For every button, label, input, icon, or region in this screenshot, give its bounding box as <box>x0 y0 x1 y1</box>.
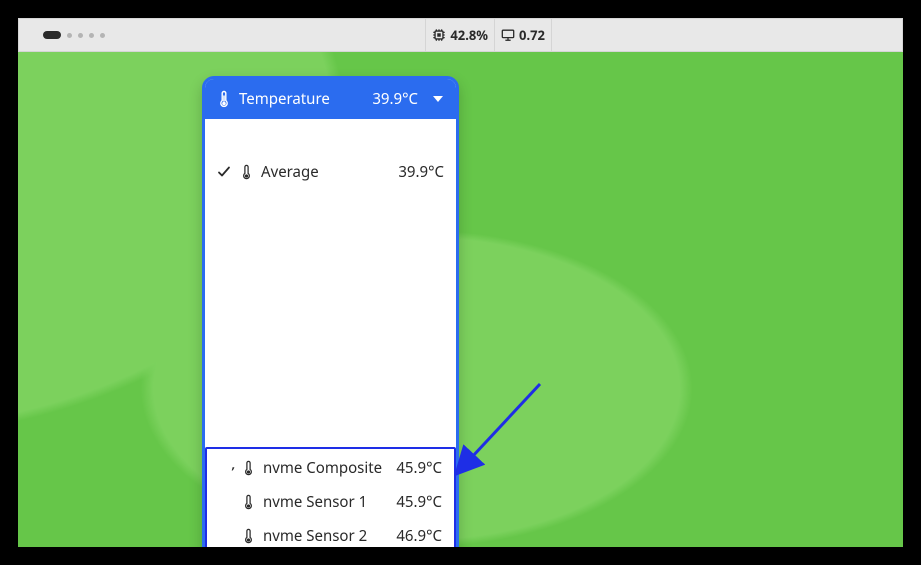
thermometer-icon <box>217 90 231 108</box>
workspace-active-dot <box>43 31 61 39</box>
sensor-row-nvme-sensor-1[interactable]: nvme Sensor 1 45.9°C <box>207 485 454 519</box>
workspace-dot <box>78 33 83 38</box>
thermometer-icon <box>241 460 255 476</box>
panel-title: Temperature <box>239 89 330 109</box>
annotation-arrow <box>442 378 562 498</box>
cpu-usage-value: 42.8% <box>450 26 488 44</box>
chevron-down-icon <box>432 89 444 109</box>
workspace-dot <box>100 33 105 38</box>
panel-header-value: 39.9°C <box>372 89 418 109</box>
desktop-background: Temperature 39.9°C <box>18 52 903 547</box>
sensor-value: 46.9°C <box>396 526 442 546</box>
top-bar: 42.8% 0.72 <box>18 18 903 52</box>
load-value: 0.72 <box>519 26 545 44</box>
workspace-dot <box>89 33 94 38</box>
sensor-row-nvme-sensor-2[interactable]: nvme Sensor 2 46.9°C <box>207 519 454 547</box>
sensor-label: nvme Sensor 1 <box>263 492 388 512</box>
workspace-indicator[interactable] <box>43 31 105 39</box>
sensor-row-nvme-composite[interactable]: nvme Composite 45.9°C <box>207 451 454 485</box>
monitor-icon <box>501 28 515 42</box>
load-indicator[interactable]: 0.72 <box>495 19 551 51</box>
sensor-value: 39.9°C <box>398 162 444 182</box>
sensor-row-average[interactable]: Average 39.9°C <box>205 155 456 189</box>
check-icon <box>217 165 231 179</box>
sensor-label: Average <box>261 162 390 182</box>
sensor-list-nvme: ̦ nvme Composite 45.9°C <box>205 447 456 547</box>
temperature-panel-header[interactable]: Temperature 39.9°C <box>205 79 456 119</box>
temperature-panel: Temperature 39.9°C <box>202 76 459 547</box>
sensor-label: nvme Sensor 2 <box>263 526 388 546</box>
sensor-value: 45.9°C <box>396 458 442 478</box>
thermometer-icon <box>241 528 255 544</box>
cpu-icon <box>432 28 446 42</box>
sensor-label: nvme Composite <box>263 458 388 478</box>
thermometer-icon <box>241 494 255 510</box>
workspace-dot <box>67 33 72 38</box>
cpu-usage-indicator[interactable]: 42.8% <box>426 19 494 51</box>
sensor-value: 45.9°C <box>396 492 442 512</box>
sensor-list-top: Average 39.9°C <box>205 155 456 189</box>
thermometer-icon <box>239 164 253 180</box>
